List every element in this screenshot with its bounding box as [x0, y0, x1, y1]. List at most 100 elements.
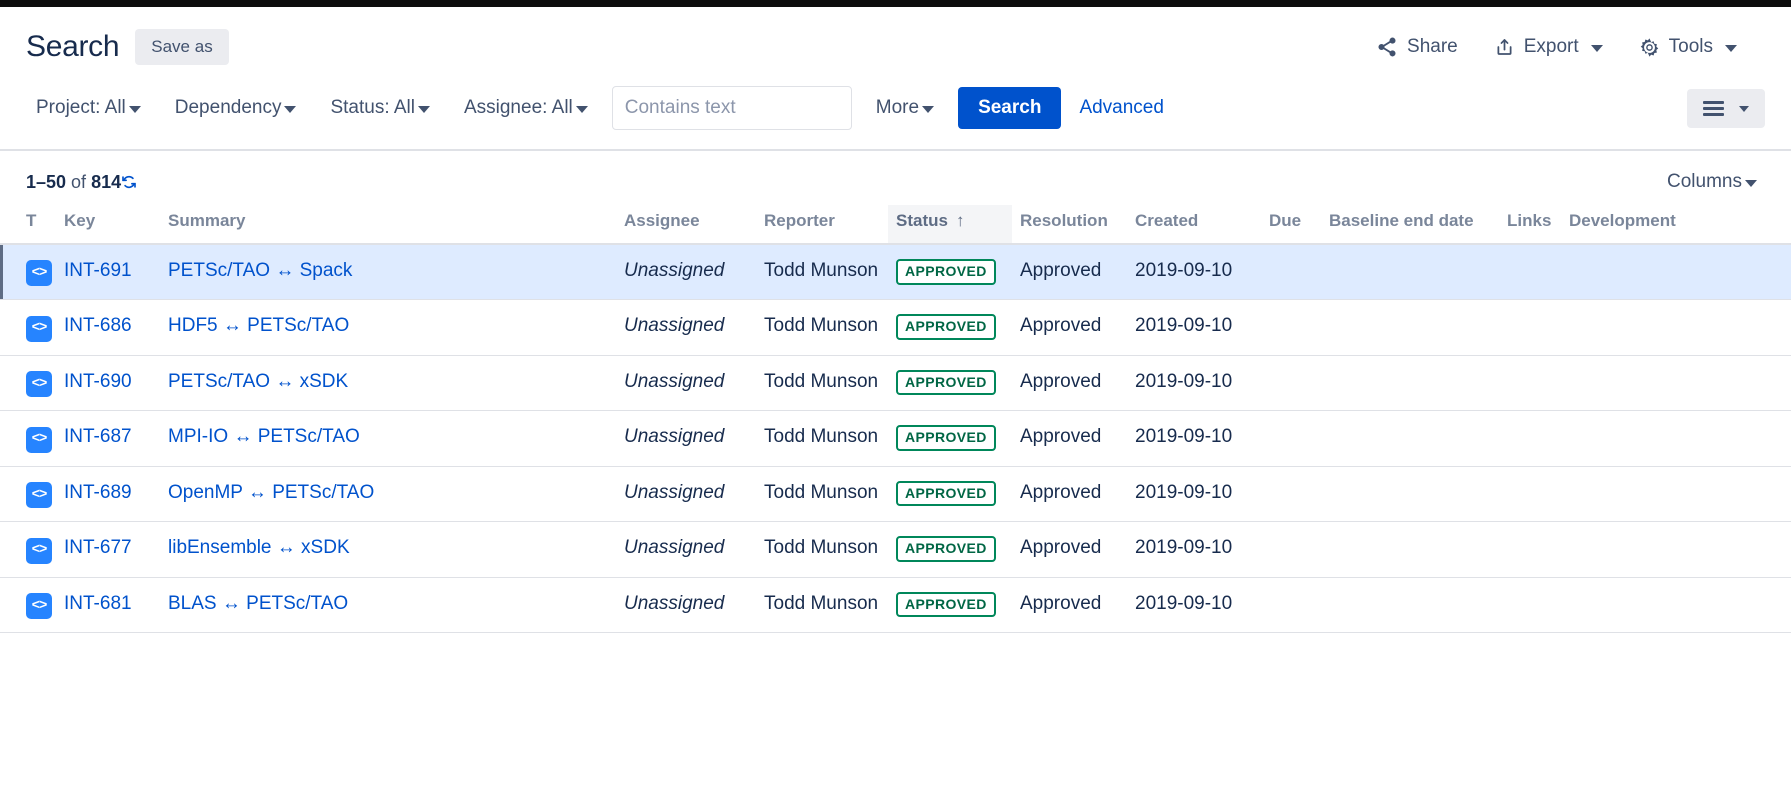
status-badge[interactable]: APPROVED	[896, 259, 996, 285]
assignee-value: Unassigned	[624, 592, 725, 614]
subtask-code-icon[interactable]: <>	[26, 371, 52, 398]
column-header-type[interactable]: T	[0, 205, 56, 245]
table-row[interactable]: <> INT-690 PETSc/TAO ↔ xSDK Unassigned Todd …	[0, 355, 1791, 412]
column-header-reporter[interactable]: Reporter	[756, 205, 888, 245]
cell-assignee: Unassigned	[616, 299, 756, 356]
column-header-summary[interactable]: Summary	[160, 205, 616, 245]
filter-status[interactable]: Status: All	[320, 91, 440, 125]
filter-project[interactable]: Project: All	[26, 91, 151, 125]
issue-key-link[interactable]: INT-687	[64, 426, 132, 447]
cell-baseline-end-date	[1321, 577, 1499, 634]
cell-reporter: Todd Munson	[756, 410, 888, 467]
assignee-value: Unassigned	[624, 481, 725, 503]
subtask-code-icon[interactable]: <>	[26, 537, 52, 564]
column-header-assignee[interactable]: Assignee	[616, 205, 756, 245]
cell-issue-type: <>	[0, 521, 56, 578]
view-mode-toggle-button[interactable]	[1687, 88, 1765, 128]
subtask-code-icon[interactable]: <>	[26, 482, 52, 509]
cell-summary: BLAS ↔ PETSc/TAO	[160, 577, 616, 634]
cell-summary: PETSc/TAO ↔ Spack	[160, 244, 616, 301]
issue-summary-link[interactable]: libEnsemble ↔ xSDK	[168, 537, 350, 558]
subtask-code-icon[interactable]: <>	[26, 426, 52, 453]
cell-created: 2019-09-10	[1127, 521, 1261, 578]
share-button[interactable]: Share	[1374, 32, 1460, 62]
cell-resolution: Approved	[1012, 355, 1127, 412]
tools-button[interactable]: Tools	[1637, 32, 1739, 62]
cell-baseline-end-date	[1321, 521, 1499, 578]
column-header-baseline-end-date[interactable]: Baseline end date	[1321, 205, 1499, 245]
filter-dependency-label: Dependency	[174, 97, 282, 118]
issue-summary-link[interactable]: PETSc/TAO ↔ Spack	[168, 260, 352, 281]
refresh-icon[interactable]	[120, 173, 138, 191]
status-badge[interactable]: APPROVED	[896, 314, 996, 340]
issue-key-link[interactable]: INT-691	[64, 260, 132, 281]
filter-dependency[interactable]: Dependency	[165, 91, 307, 125]
status-badge[interactable]: APPROVED	[896, 369, 996, 396]
share-icon	[1376, 36, 1398, 58]
issues-table-body: <> INT-691 PETSc/TAO ↔ Spack Unassigned Todd…	[0, 244, 1791, 634]
columns-button[interactable]: Columns	[1659, 166, 1765, 198]
issue-summary-link[interactable]: PETSc/TAO ↔ xSDK	[168, 371, 348, 392]
table-row[interactable]: <> INT-677 libEnsemble ↔ xSDK Unassigned Tod…	[0, 521, 1791, 578]
issue-summary-link[interactable]: MPI-IO ↔ PETSc/TAO	[168, 426, 360, 447]
cell-issue-type: <>	[0, 410, 56, 467]
cell-key: INT-677	[56, 521, 160, 578]
cell-development	[1561, 244, 1791, 301]
cell-resolution: Approved	[1012, 410, 1127, 467]
issue-summary-link[interactable]: HDF5 ↔ PETSc/TAO	[168, 315, 349, 336]
cell-development	[1561, 521, 1791, 578]
column-header-created[interactable]: Created	[1127, 205, 1261, 245]
cell-links	[1499, 299, 1561, 356]
cell-status: APPROVED	[888, 244, 1012, 301]
issue-key-link[interactable]: INT-690	[64, 371, 132, 392]
export-button[interactable]: Export	[1492, 32, 1605, 62]
tools-label: Tools	[1668, 36, 1713, 57]
table-row[interactable]: <> INT-686 HDF5 ↔ PETSc/TAO Unassigned Todd …	[0, 299, 1791, 356]
resolution-value: Approved	[1020, 481, 1102, 503]
export-icon	[1494, 36, 1515, 58]
contains-text-input[interactable]	[611, 86, 852, 130]
issue-key-link[interactable]: INT-689	[64, 482, 132, 503]
subtask-code-icon[interactable]: <>	[26, 260, 52, 287]
table-row[interactable]: <> INT-689 OpenMP ↔ PETSc/TAO Unassigned Tod…	[0, 466, 1791, 523]
cell-key: INT-681	[56, 577, 160, 634]
column-header-resolution[interactable]: Resolution	[1012, 205, 1127, 245]
column-header-key[interactable]: Key	[56, 205, 160, 245]
table-row[interactable]: <> INT-691 PETSc/TAO ↔ Spack Unassigned Todd…	[0, 244, 1791, 301]
cell-due	[1261, 577, 1321, 634]
status-badge[interactable]: APPROVED	[896, 591, 996, 618]
resolution-value: Approved	[1020, 426, 1102, 448]
table-row[interactable]: <> INT-687 MPI-IO ↔ PETSc/TAO Unassigned Tod…	[0, 410, 1791, 467]
issue-key-link[interactable]: INT-677	[64, 537, 132, 558]
filter-bar: Project: All Dependency Status: All Assi…	[0, 75, 1791, 151]
status-badge[interactable]: APPROVED	[896, 536, 996, 562]
cell-issue-type: <>	[0, 299, 56, 356]
filter-more[interactable]: More	[866, 91, 944, 125]
subtask-code-icon[interactable]: <>	[26, 315, 52, 342]
cell-created: 2019-09-10	[1127, 299, 1261, 356]
advanced-link[interactable]: Advanced	[1077, 93, 1166, 123]
issue-key-link[interactable]: INT-681	[64, 593, 132, 614]
column-header-due[interactable]: Due	[1261, 205, 1321, 245]
resolution-value: Approved	[1020, 537, 1102, 559]
issues-table-head: T Key Summary Assignee Reporter Status ↑ …	[0, 205, 1791, 245]
filter-assignee[interactable]: Assignee: All	[454, 91, 598, 125]
issue-key-link[interactable]: INT-686	[64, 315, 132, 336]
results-total: 814	[91, 171, 122, 192]
issue-summary-link[interactable]: BLAS ↔ PETSc/TAO	[168, 593, 348, 614]
column-header-status[interactable]: Status ↑	[888, 205, 1012, 245]
table-row[interactable]: <> INT-681 BLAS ↔ PETSc/TAO Unassigned Todd …	[0, 577, 1791, 634]
cell-assignee: Unassigned	[616, 410, 756, 467]
status-badge[interactable]: APPROVED	[896, 425, 996, 451]
cell-created: 2019-09-10	[1127, 355, 1261, 412]
cell-created: 2019-09-10	[1127, 577, 1261, 634]
save-as-button[interactable]: Save as	[135, 28, 229, 66]
column-header-development[interactable]: Development	[1561, 205, 1791, 245]
cell-key: INT-689	[56, 466, 160, 523]
issue-summary-link[interactable]: OpenMP ↔ PETSc/TAO	[168, 482, 374, 503]
search-button[interactable]: Search	[958, 86, 1062, 130]
status-badge[interactable]: APPROVED	[896, 480, 996, 507]
subtask-code-icon[interactable]: <>	[26, 593, 52, 620]
cell-summary: HDF5 ↔ PETSc/TAO	[160, 299, 616, 356]
column-header-links[interactable]: Links	[1499, 205, 1561, 245]
